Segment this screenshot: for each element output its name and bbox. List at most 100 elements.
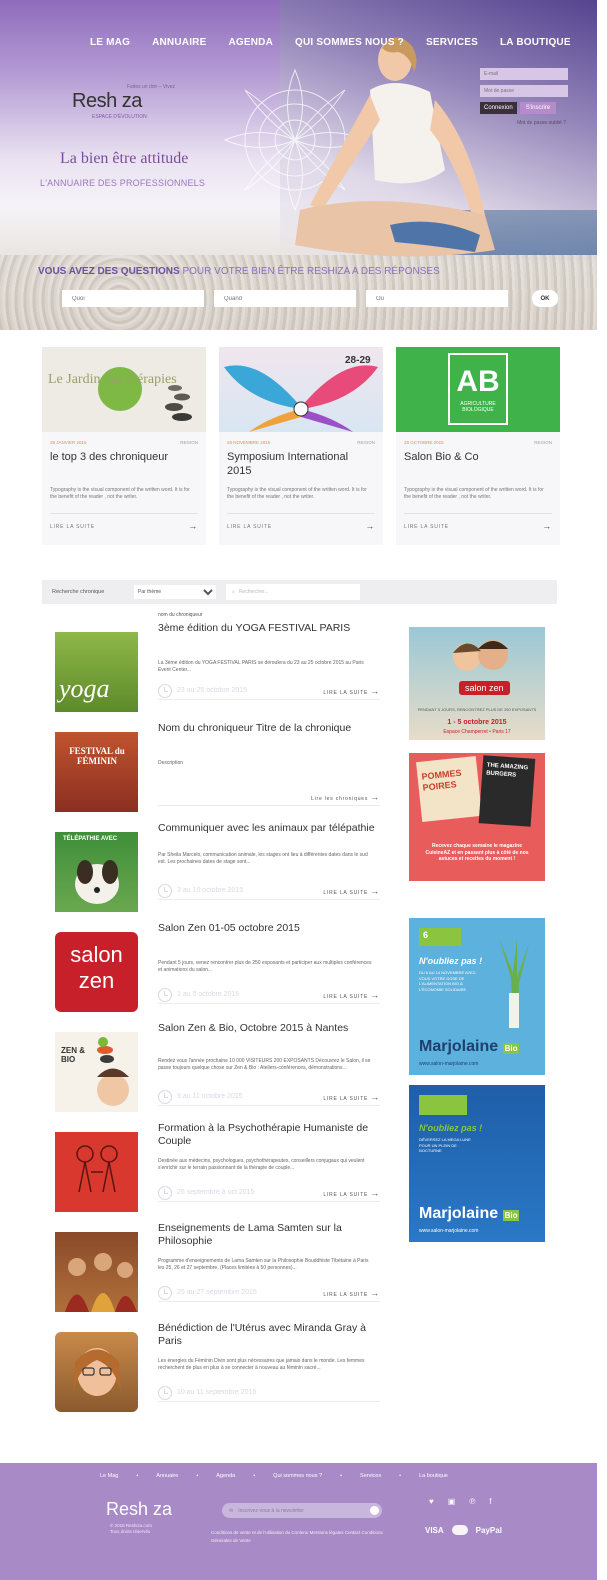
card[interactable]: AB AGRICULTURE BIOLOGIQUE 28 OCTOBRE 201…	[396, 347, 560, 545]
thumb-text: FESTIVAL du FÉMININ	[69, 746, 125, 766]
card-meta: 28 OCTOBRE 2015 REGION	[396, 432, 560, 445]
footer-nav-annuaire[interactable]: Annuaire	[156, 1473, 178, 1479]
chronique-filter-bar: Recherche chronique Par thème ⌕ Recherch…	[42, 580, 557, 604]
ad-logo: salon zen	[459, 681, 510, 695]
main-nav: LE MAG ANNUAIRE AGENDA QUI SOMMES NOUS ?…	[90, 37, 593, 48]
footer-nav-qui-sommes-nous[interactable]: Qui sommes nous ?	[273, 1473, 322, 1479]
read-more-link[interactable]: LIRE LA SUITE →	[323, 1092, 380, 1102]
nav-agenda[interactable]: AGENDA	[228, 37, 273, 48]
footer-nav: Le Mag • Annuaire • Agenda • Qui sommes nou…	[100, 1473, 466, 1479]
reshiza-logo[interactable]: Faites un don – Vivez Resh za ESPACE D'É…	[72, 84, 175, 120]
theme-select[interactable]: Par thème	[134, 585, 216, 599]
footer-nav-agenda[interactable]: Agenda	[216, 1473, 235, 1479]
nav-services[interactable]: SERVICES	[426, 37, 478, 48]
list-item[interactable]: salon zen Salon Zen 01-05 octobre 2015 P…	[55, 922, 385, 1022]
featured-cards: Le Jardin des thérapies 28 JANVIER 2015 R…	[42, 347, 560, 545]
nav-le-mag[interactable]: LE MAG	[90, 37, 130, 48]
ad-book-2: THE AMAZING BURGERS	[478, 755, 536, 827]
nav-la-boutique[interactable]: LA BOUTIQUE	[500, 37, 571, 48]
card-image: Le Jardin des thérapies	[42, 347, 206, 432]
read-more-label: LIRE LA SUITE	[227, 524, 272, 530]
ad-brand-sub: Bio	[502, 1210, 520, 1221]
list-item[interactable]: FESTIVAL du FÉMININ Nom du chroniqueur T…	[55, 722, 385, 822]
couple-illustration	[76, 1145, 118, 1193]
ad-text: DÉVERSEZ LA MEGA LUNE POUR UN PLEIN DE N…	[419, 1137, 471, 1153]
connect-button[interactable]: Connexion	[480, 102, 517, 114]
pinterest-icon[interactable]: ℗	[469, 1497, 475, 1506]
list-item[interactable]: Formation à la Psychothérapie Humaniste …	[55, 1122, 385, 1222]
login-form: Connexion S'inscrire Mot de passe oublié…	[480, 68, 570, 126]
read-more-link[interactable]: LIRE LA SUITE →	[323, 1188, 380, 1198]
item-thumbnail	[55, 1232, 138, 1312]
ad-salon-zen[interactable]: salon zen PENDANT 5 JOURS, RENCONTREZ PL…	[409, 627, 545, 740]
read-more-link[interactable]: Lire les chroniques →	[311, 792, 380, 802]
card-meta: 28 JANVIER 2015 REGION	[42, 432, 206, 445]
meditating-woman-illustration	[295, 37, 495, 257]
list-item[interactable]: ZEN & BIO Salon Zen & Bio, Octobre 2015 …	[55, 1022, 385, 1122]
read-more-label: LIRE LA SUITE	[323, 1191, 369, 1198]
ad-text: DU 6 AU 14 NOVEMBRE AVEZ-VOUS VOTRE DOSE…	[419, 970, 477, 992]
search-ok-button[interactable]: OK	[532, 290, 558, 307]
newsletter-input[interactable]: ✉ Inscrivez-vous à la newsletter	[222, 1503, 382, 1518]
ad-text: Recevez chaque semaine le magazine Cuisi…	[425, 843, 529, 862]
footer-separator: •	[340, 1473, 343, 1479]
search-quoi-input[interactable]	[62, 290, 204, 307]
ad-cuisineaz[interactable]: POMMES POIRES THE AMAZING BURGERS Receve…	[409, 753, 545, 881]
password-field[interactable]	[480, 85, 568, 97]
read-more-link[interactable]: LIRE LA SUITE →	[323, 886, 380, 896]
card-read-more[interactable]: LIRE LA SUITE →	[227, 513, 375, 531]
card-category: REGION	[180, 440, 198, 445]
paypal-icon: PayPal	[475, 1525, 502, 1535]
list-item[interactable]: yoga 3ème édition du YOGA FESTIVAL PARIS…	[55, 622, 385, 722]
item-footer: 9 au 11 octobre 2015 LIRE LA SUITE →	[158, 1088, 380, 1106]
item-desc: Description	[158, 760, 184, 766]
footer-separator: •	[399, 1473, 402, 1479]
read-more-link[interactable]: LIRE LA SUITE →	[323, 686, 380, 696]
newsletter-submit-button[interactable]	[370, 1506, 379, 1515]
list-item[interactable]: Bénédiction de l'Utérus avec Miranda Gra…	[55, 1322, 385, 1422]
item-thumbnail	[55, 1332, 138, 1412]
ab-logo-sub: AGRICULTURE BIOLOGIQUE	[460, 401, 496, 413]
card-category: REGION	[357, 440, 375, 445]
nav-qui-sommes-nous[interactable]: QUI SOMMES NOUS ?	[295, 37, 404, 48]
card-date: 28 OCTOBRE 2015	[404, 440, 444, 445]
newsletter-placeholder: Inscrivez-vous à la newsletter	[238, 1507, 304, 1514]
hero-banner: LE MAG ANNUAIRE AGENDA QUI SOMMES NOUS ?…	[0, 0, 597, 330]
ad-brand-sub: Bio	[502, 1043, 520, 1054]
search-ou-input[interactable]	[366, 290, 508, 307]
card-read-more[interactable]: LIRE LA SUITE →	[404, 513, 552, 531]
ad-marjolaine-2[interactable]: N'oubliez pas ! DÉVERSEZ LA MEGA LUNE PO…	[409, 1085, 545, 1242]
ad-marjolaine-1[interactable]: 6 N'oubliez pas ! DU 6 AU 14 NOVEMBRE AV…	[409, 918, 545, 1075]
forgot-password-link[interactable]: Mot de passe oublié ?	[480, 120, 570, 126]
arrow-right-icon: →	[370, 1091, 380, 1102]
arrow-right-icon: →	[370, 885, 380, 896]
arrow-right-icon: →	[365, 521, 375, 531]
read-more-link[interactable]: LIRE LA SUITE →	[323, 990, 380, 1000]
item-title: Formation à la Psychothérapie Humaniste …	[158, 1122, 369, 1147]
footer-copyright: © 2015 Reshiza.com Tous droits réservés	[110, 1523, 152, 1535]
card-read-more[interactable]: LIRE LA SUITE →	[50, 513, 198, 531]
chronique-search-box[interactable]: ⌕ Rechercher...	[226, 584, 360, 600]
symposium-wings-image: 28-29	[224, 355, 378, 432]
footer-nav-le-mag[interactable]: Le Mag	[100, 1473, 118, 1479]
instagram-icon[interactable]: ▣	[448, 1497, 456, 1506]
miranda-portrait	[73, 1348, 121, 1396]
card[interactable]: Le Jardin des thérapies 28 JANVIER 2015 R…	[42, 347, 206, 545]
list-item[interactable]: TÉLÉPATHIE AVEC Communiquer avec les ani…	[55, 822, 385, 922]
twitter-icon[interactable]: ♥	[429, 1497, 434, 1506]
email-field[interactable]	[480, 68, 568, 80]
clock-icon	[158, 1285, 172, 1300]
read-more-link[interactable]: LIRE LA SUITE →	[323, 1288, 380, 1298]
nav-annuaire[interactable]: ANNUAIRE	[152, 37, 206, 48]
footer-links[interactable]: Conditions de vente et de l'utilisation …	[211, 1529, 391, 1545]
register-button[interactable]: S'inscrire	[519, 102, 557, 114]
facebook-icon[interactable]: f	[489, 1497, 491, 1506]
list-item[interactable]: Enseignements de Lama Samten sur la Phil…	[55, 1222, 385, 1322]
footer-nav-services[interactable]: Services	[360, 1473, 381, 1479]
footer-nav-la-boutique[interactable]: La boutique	[419, 1473, 448, 1479]
search-quand-input[interactable]	[214, 290, 356, 307]
read-more-label: LIRE LA SUITE	[323, 1095, 369, 1102]
card[interactable]: 28-29 28 NOVEMBRE 2015 REGION Symposium I…	[219, 347, 383, 545]
footer-logo[interactable]: Resh za	[106, 1499, 172, 1520]
search-question: VOUS AVEZ DES QUESTIONS POUR VOTRE BIEN …	[38, 266, 440, 277]
